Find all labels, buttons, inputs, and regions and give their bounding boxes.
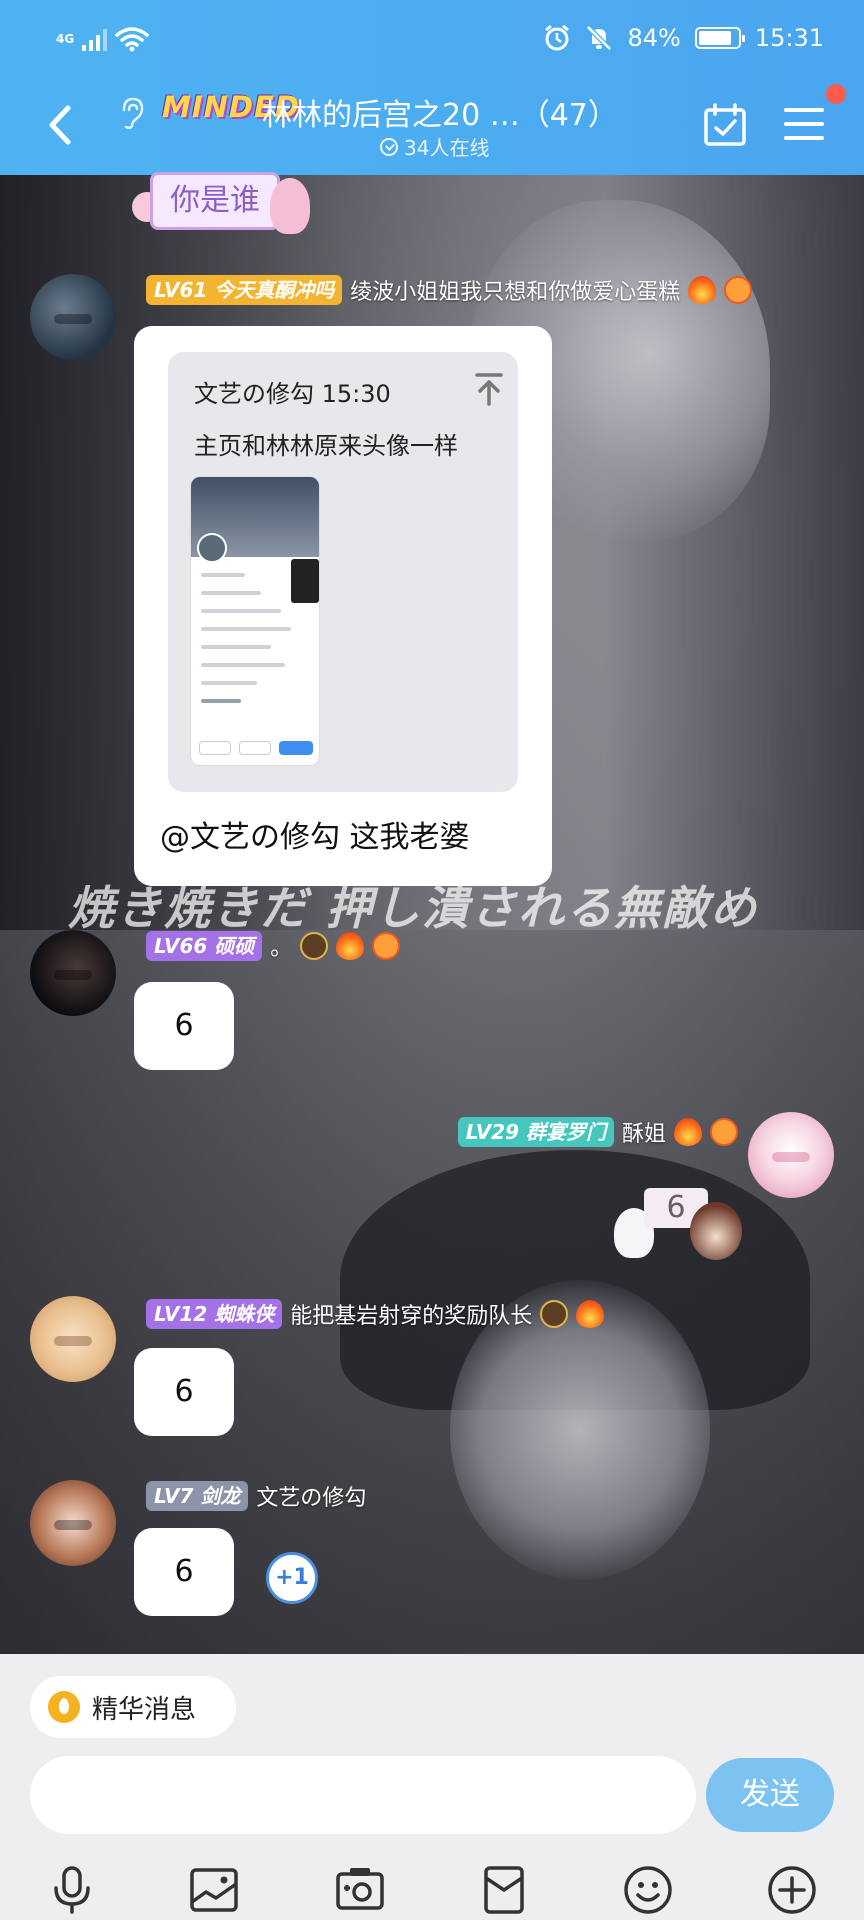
quoted-message[interactable]: 文艺の修勾 15:30 主页和林林原来头像一样 <box>168 352 518 792</box>
network-label: 4G <box>56 31 75 46</box>
emoji-icon[interactable] <box>622 1864 674 1916</box>
essence-messages-button[interactable]: 精华消息 <box>30 1676 236 1738</box>
message-bubble[interactable]: 6 <box>134 1348 234 1436</box>
smile-badge-icon <box>724 276 753 304</box>
status-right: 84% 15:31 <box>543 24 824 52</box>
wifi-icon <box>115 27 149 52</box>
avatar[interactable] <box>30 1296 116 1382</box>
screenshot-avatar <box>197 533 227 563</box>
screenshot-line <box>201 591 261 595</box>
message-bubble[interactable]: 6 <box>134 982 234 1070</box>
sticker-message-top[interactable]: 你是谁 <box>130 172 310 238</box>
alarm-icon <box>545 24 570 51</box>
sender-row: LV66 硕硕 。 <box>146 930 401 962</box>
screenshot-line <box>201 699 241 703</box>
crown-icon <box>540 1300 569 1328</box>
input-toolbar <box>0 1854 864 1920</box>
member-title: 酥姐 <box>621 1122 666 1147</box>
screenshot-line <box>201 627 291 631</box>
image-icon[interactable] <box>188 1864 240 1916</box>
online-count[interactable]: 34人在线 <box>380 132 489 161</box>
signal-icon <box>82 27 108 51</box>
smile-badge-icon <box>710 1118 738 1146</box>
clock: 15:31 <box>754 24 824 52</box>
avatar[interactable] <box>748 1112 834 1198</box>
member-title: 绫波小姐姐我只想和你做爱心蛋糕 <box>350 280 681 305</box>
menu-icon[interactable] <box>782 102 826 146</box>
status-bar: 4G 84% 15:31 <box>0 0 864 84</box>
sticker-message[interactable]: 6 <box>610 1158 746 1264</box>
top-bar: 4G 84% 15:31 MINDED 林林的后宫之20 …（47） 34人在线 <box>0 0 864 175</box>
screenshot-button <box>239 741 271 755</box>
fire-icon <box>576 1300 605 1328</box>
essence-drop-icon <box>48 1691 80 1723</box>
avatar[interactable] <box>30 930 116 1016</box>
reply-message-bubble[interactable]: 文艺の修勾 15:30 主页和林林原来头像一样 @文艺の修勾 这我老婆 <box>134 326 552 886</box>
quoted-text: 主页和林林原来头像一样 <box>194 432 458 460</box>
member-title: 能把基岩射穿的奖励队长 <box>290 1304 533 1329</box>
plus-one-button[interactable]: +1 <box>266 1552 318 1604</box>
reply-text: @文艺の修勾 这我老婆 <box>160 820 470 855</box>
fire-icon <box>674 1118 702 1146</box>
online-count-label: 34人在线 <box>404 136 490 160</box>
smile-badge-icon <box>372 932 401 960</box>
avatar[interactable] <box>30 274 116 360</box>
avatar-feature <box>54 1520 92 1530</box>
avatar-feature <box>54 970 92 980</box>
battery-percent: 84% <box>627 24 681 52</box>
camera-icon[interactable] <box>334 1864 386 1916</box>
screenshot-line <box>201 681 257 685</box>
back-icon[interactable] <box>40 100 80 150</box>
essence-label: 精华消息 <box>92 1694 197 1725</box>
screenshot-line <box>201 645 271 649</box>
quoted-header: 文艺の修勾 15:30 <box>194 380 391 408</box>
message-input[interactable] <box>30 1756 696 1834</box>
status-left: 4G <box>56 26 149 52</box>
avatar-feature <box>772 1152 810 1162</box>
mic-icon[interactable] <box>46 1864 98 1916</box>
mute-bell-icon <box>586 25 613 51</box>
group-title[interactable]: 林林的后宫之20 …（47） <box>262 90 618 134</box>
avatar[interactable] <box>30 1480 116 1566</box>
battery-fill <box>698 31 731 45</box>
notification-dot <box>826 84 846 104</box>
level-badge[interactable]: LV12 蜘蛛侠 <box>146 1299 283 1329</box>
red-packet-icon[interactable] <box>478 1864 530 1916</box>
sender-row: LV12 蜘蛛侠 能把基岩射穿的奖励队长 <box>146 1298 605 1330</box>
sticker-card: 你是谁 <box>150 172 280 230</box>
level-badge[interactable]: LV61 今天真酮冲吗 <box>146 275 343 305</box>
chat-header: MINDED 林林的后宫之20 …（47） 34人在线 <box>0 84 864 175</box>
screenshot-line <box>201 573 245 577</box>
screenshot-thumbnail <box>291 559 319 603</box>
screenshot-button <box>199 741 231 755</box>
sender-row: LV7 剑龙 文艺の修勾 <box>146 1480 366 1512</box>
sticker-bunny <box>270 178 310 234</box>
member-title: 文艺の修勾 <box>256 1486 367 1511</box>
jump-top-icon[interactable] <box>474 372 504 406</box>
send-button[interactable]: 发送 <box>706 1758 834 1832</box>
crown-icon <box>300 932 329 960</box>
screenshot-line <box>201 609 281 613</box>
online-check-icon <box>380 137 398 156</box>
ear-icon[interactable] <box>116 96 146 130</box>
sticker-character <box>690 1202 742 1260</box>
calendar-check-icon[interactable] <box>702 102 748 148</box>
avatar-feature <box>54 1336 92 1346</box>
message-bubble[interactable]: 6 <box>134 1528 234 1616</box>
member-title: 。 <box>270 936 293 961</box>
fire-icon <box>336 932 365 960</box>
quoted-screenshot-image[interactable] <box>190 476 320 766</box>
battery-icon <box>694 27 745 49</box>
screenshot-button <box>279 741 313 755</box>
input-panel: 精华消息 发送 <box>0 1654 864 1920</box>
level-badge[interactable]: LV29 群宴罗门 <box>457 1117 614 1147</box>
fire-icon <box>688 276 717 304</box>
sender-row: LV29 群宴罗门 酥姐 <box>457 1116 738 1148</box>
avatar-feature <box>54 314 92 324</box>
sender-row: LV61 今天真酮冲吗 绫波小姐姐我只想和你做爱心蛋糕 <box>146 274 753 306</box>
level-badge[interactable]: LV7 剑龙 <box>146 1481 249 1511</box>
screenshot-line <box>201 663 285 667</box>
plus-icon[interactable] <box>766 1864 818 1916</box>
level-badge[interactable]: LV66 硕硕 <box>146 931 263 961</box>
